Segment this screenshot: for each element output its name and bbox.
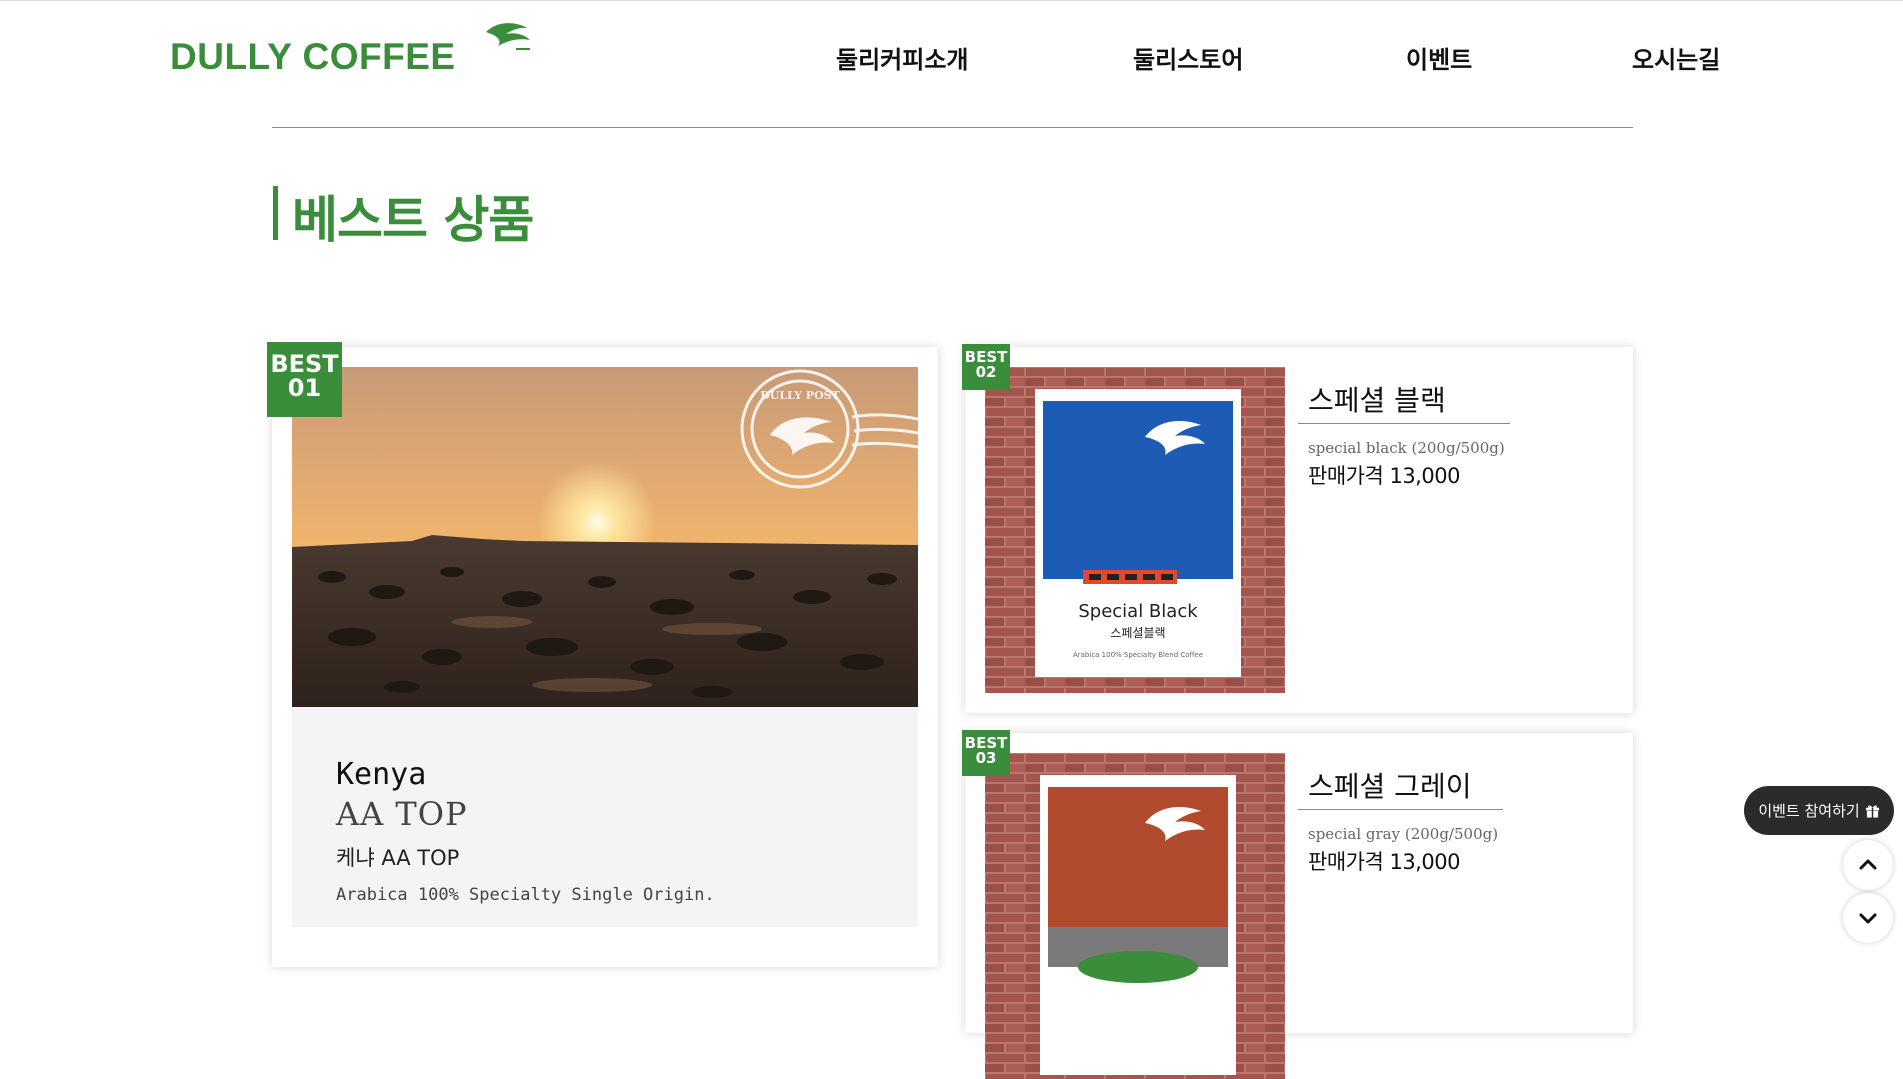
product-card-best-02[interactable]: Special Black 스페셜블랙 Arabica 100% Special… xyxy=(965,347,1633,713)
badge-number: 01 xyxy=(287,374,322,403)
product-info-kenya: Kenya AA TOP 케냐 AA TOP Arabica 100% Spec… xyxy=(292,707,918,927)
logo-text[interactable]: DULLY COFFEE xyxy=(170,36,456,78)
product-card-best-03[interactable]: 스페셜 그레이 special gray (200g/500g) 판매가격 13… xyxy=(965,733,1633,1079)
nav-item-event[interactable]: 이벤트 xyxy=(1406,40,1472,75)
product-name-en-sub: AA TOP xyxy=(336,795,468,833)
section-title: 베스트 상품 xyxy=(292,191,534,249)
badge-label: BEST xyxy=(270,350,339,378)
best-badge-03: BEST 03 xyxy=(962,730,1010,776)
badge-number: 03 xyxy=(975,749,997,768)
product-title-rule xyxy=(1298,809,1503,810)
product-subtitle: special gray (200g/500g) xyxy=(1308,825,1499,843)
product-description: Arabica 100% Specialty Single Origin. xyxy=(336,885,715,905)
product-card-best-01[interactable]: DULLY POST Kenya AA TOP 케냐 AA TOP Arabic… xyxy=(272,347,938,967)
pack-desc: Arabica 100% Specialty Blend Coffee xyxy=(1073,651,1203,659)
header-divider xyxy=(272,127,1633,128)
product-image-kenya[interactable]: DULLY POST xyxy=(292,367,918,707)
badge-number: 02 xyxy=(975,363,997,382)
best-badge-02: BEST 02 xyxy=(962,344,1010,390)
product-name-ko: 케냐 AA TOP xyxy=(336,846,460,870)
best-badge-01: BEST 01 xyxy=(267,342,342,417)
nav-item-about[interactable]: 둘리커피소개 xyxy=(836,40,968,75)
product-subtitle: special black (200g/500g) xyxy=(1308,439,1505,457)
chevron-down-icon xyxy=(1859,913,1877,924)
logo-bird-icon xyxy=(486,23,530,50)
pack-name-en: Special Black xyxy=(1078,601,1198,622)
scroll-top-button[interactable] xyxy=(1843,840,1893,890)
chevron-up-icon xyxy=(1859,859,1877,870)
gift-icon xyxy=(1865,805,1879,818)
event-button-label: 이벤트 참여하기 xyxy=(1758,802,1860,820)
product-title[interactable]: 스페셜 그레이 xyxy=(1308,765,1471,805)
nav-item-store[interactable]: 둘리스토어 xyxy=(1133,40,1243,75)
product-price: 판매가격 13,000 xyxy=(1308,850,1460,874)
scroll-bottom-button[interactable] xyxy=(1843,893,1893,943)
product-price: 판매가격 13,000 xyxy=(1308,464,1460,488)
product-image-special-gray[interactable] xyxy=(985,753,1285,1079)
top-border xyxy=(0,0,1903,1)
product-title[interactable]: 스페셜 블랙 xyxy=(1308,379,1446,419)
stamp-text: DULLY POST xyxy=(760,389,840,402)
pack-name-ko: 스페셜블랙 xyxy=(1110,626,1165,640)
product-title-rule xyxy=(1298,423,1510,424)
section-title-bar xyxy=(273,186,278,240)
nav-item-location[interactable]: 오시는길 xyxy=(1632,40,1720,75)
product-name-en: Kenya xyxy=(336,757,427,792)
product-image-special-black[interactable]: Special Black 스페셜블랙 Arabica 100% Special… xyxy=(985,367,1285,693)
event-participate-button[interactable]: 이벤트 참여하기 xyxy=(1744,786,1894,835)
